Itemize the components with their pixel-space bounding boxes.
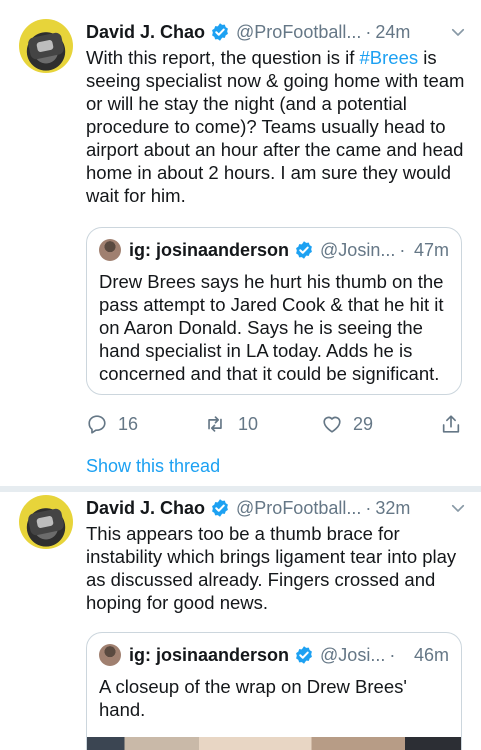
author-avatar[interactable] [19,19,73,73]
reply-icon [88,415,106,434]
quoted-tweet[interactable]: ig: josinaanderson @Josi... · 46m A clos… [86,632,462,750]
retweet-button[interactable]: 10 [202,413,258,435]
quoted-tweet-timestamp: 47m [413,239,449,260]
quoted-tweet-timestamp: 46m [413,644,449,665]
separator-dot: · [399,239,406,260]
tweet-1[interactable]: David J. Chao @ProFootball... · 24m With… [0,0,481,488]
tweet-text: This appears too be a thumb brace for in… [86,523,457,613]
reply-count: 16 [118,413,139,434]
tweet-text: With this report, the question is if #Br… [86,46,466,207]
separator-dot: · [365,497,372,518]
retweet-count: 10 [238,413,259,434]
chevron-down-icon[interactable] [449,23,467,41]
tweet-text-part: With this report, the question is if [86,47,360,68]
separator-dot: · [365,21,372,42]
tweet-text-part: is seeing specialist now & going home wi… [86,47,465,206]
tweet-header: David J. Chao @ProFootball... · 24m [86,19,467,45]
quoted-author-handle: @Josin... [320,239,396,260]
verified-badge-icon [296,646,312,664]
like-icon [323,416,341,433]
retweet-icon [208,416,222,432]
separator-dot: · [389,644,396,665]
share-button[interactable] [440,413,472,435]
reply-button[interactable]: 16 [86,413,138,435]
author-handle[interactable]: @ProFootball... [236,22,361,43]
tweet-header: David J. Chao @ProFootball... · 32m [86,495,467,521]
quoted-tweet-header: ig: josinaanderson @Josi... · 46m [99,643,449,667]
quoted-tweet[interactable]: ig: josinaanderson @Josin... · 47m Drew … [86,227,462,395]
hashtag-link[interactable]: #Brees [360,47,419,68]
verified-badge-icon [212,499,228,517]
quoted-author-name: ig: josinaanderson [129,644,290,665]
like-button[interactable]: 29 [321,413,373,435]
author-name[interactable]: David J. Chao [86,498,205,519]
author-avatar[interactable] [19,495,73,549]
quoted-author-name: ig: josinaanderson [129,239,290,260]
author-handle[interactable]: @ProFootball... [236,498,361,519]
tweet-2[interactable]: David J. Chao @ProFootball... · 32m This… [0,492,481,750]
chevron-down-icon[interactable] [449,499,467,517]
quoted-author-avatar [99,239,121,261]
verified-badge-icon [296,241,312,259]
quoted-tweet-header: ig: josinaanderson @Josin... · 47m [99,238,449,262]
quoted-author-avatar [99,644,121,666]
show-thread-link[interactable]: Show this thread [86,456,220,477]
quoted-tweet-text: A closeup of the wrap on Drew Brees' han… [99,676,407,720]
share-icon [442,415,460,433]
tweet-actions: 16 10 29 [86,413,466,439]
quoted-tweet-media[interactable] [87,737,461,750]
tweet-timestamp[interactable]: 24m [375,22,410,43]
verified-badge-icon [212,23,228,41]
author-name[interactable]: David J. Chao [86,22,205,43]
tweet-timestamp[interactable]: 32m [375,498,410,519]
quoted-tweet-text: Drew Brees says he hurt his thumb on the… [99,271,444,384]
quoted-author-handle: @Josi... [320,644,386,665]
like-count: 29 [353,413,374,434]
